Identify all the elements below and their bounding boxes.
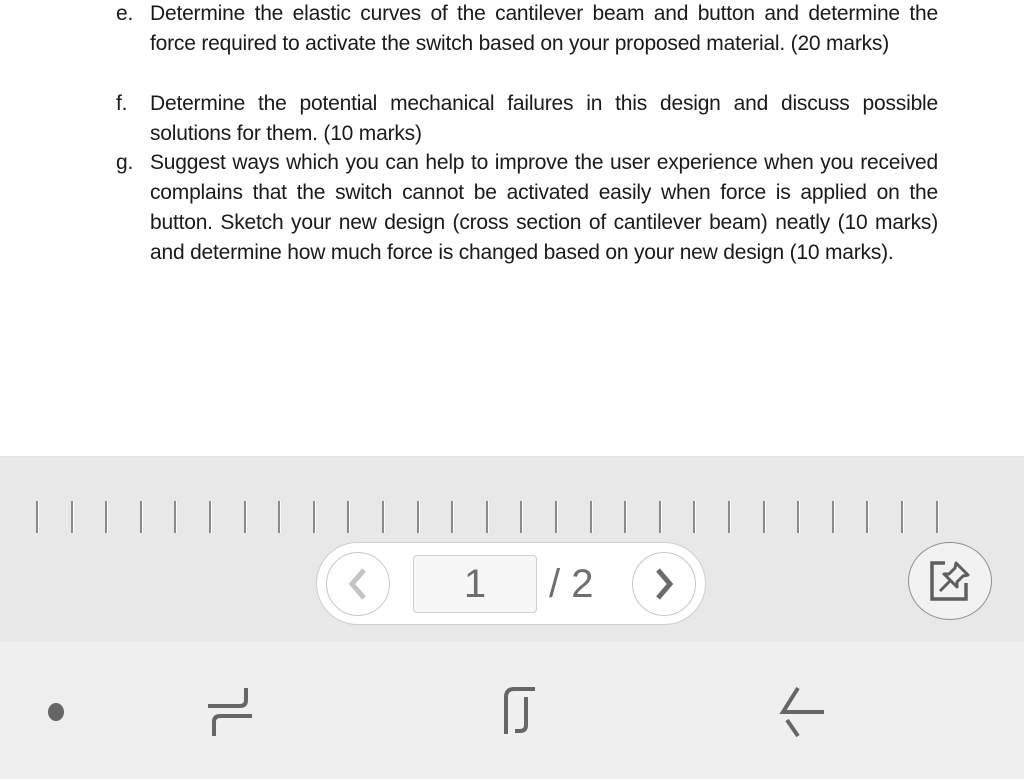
- scrubber-tick[interactable]: [105, 501, 107, 533]
- scrubber-tick[interactable]: [936, 501, 938, 533]
- scrubber-tick[interactable]: [728, 501, 730, 533]
- scrubber-tick[interactable]: [140, 501, 142, 533]
- question-letter: f.: [116, 92, 128, 115]
- page-scrubber[interactable]: [0, 501, 1024, 537]
- question-text: Determine the elastic curves of the cant…: [150, 2, 938, 55]
- scrubber-tick[interactable]: [174, 501, 176, 533]
- recents-button[interactable]: [190, 672, 270, 752]
- home-button[interactable]: [474, 672, 554, 752]
- scrubber-tick[interactable]: [797, 501, 799, 533]
- document-page: e. Determine the elastic curves of the c…: [0, 0, 1024, 456]
- home-icon: [504, 687, 535, 734]
- question-f: f. Determine the potential mechanical fa…: [116, 89, 938, 149]
- scrubber-tick[interactable]: [866, 501, 868, 533]
- scrubber-tick[interactable]: [244, 501, 246, 533]
- scrubber-tick[interactable]: [624, 501, 626, 533]
- total-pages-label: / 2: [549, 562, 594, 606]
- pin-to-screen-icon: [930, 561, 970, 601]
- scrubber-tick[interactable]: [313, 501, 315, 533]
- question-g: g. Suggest ways which you can help to im…: [116, 148, 938, 268]
- question-letter: e.: [116, 2, 134, 25]
- question-text: Suggest ways which you can help to impro…: [150, 151, 938, 264]
- question-letter: g.: [116, 151, 134, 174]
- scrubber-tick[interactable]: [486, 501, 488, 533]
- scrubber-tick[interactable]: [278, 501, 280, 533]
- back-button[interactable]: [762, 672, 842, 752]
- scrubber-tick[interactable]: [763, 501, 765, 533]
- scrubber-tick[interactable]: [347, 501, 349, 533]
- chevron-left-icon: [348, 568, 366, 600]
- scrubber-tick[interactable]: [36, 501, 38, 533]
- scrubber-tick[interactable]: [417, 501, 419, 533]
- scrubber-tick[interactable]: [832, 501, 834, 533]
- current-page-input[interactable]: [413, 555, 537, 613]
- scrubber-tick[interactable]: [901, 501, 903, 533]
- nav-dot-button[interactable]: [16, 672, 96, 752]
- back-arrow-icon: [779, 686, 824, 738]
- next-page-button[interactable]: [632, 552, 696, 616]
- page-navigator: / 2: [316, 542, 706, 625]
- system-navigation-bar: [0, 642, 1024, 779]
- scrubber-tick[interactable]: [382, 501, 384, 533]
- scrubber-tick[interactable]: [659, 501, 661, 533]
- dot-icon: [48, 703, 64, 721]
- scrubber-tick[interactable]: [693, 501, 695, 533]
- scrubber-tick[interactable]: [520, 501, 522, 533]
- question-text: Determine the potential mechanical failu…: [150, 92, 938, 145]
- scrubber-tick[interactable]: [71, 501, 73, 533]
- viewer-toolbar: / 2: [0, 456, 1024, 643]
- previous-page-button[interactable]: [326, 552, 390, 616]
- scrubber-tick[interactable]: [209, 501, 211, 533]
- recents-icon: [208, 688, 252, 736]
- scrubber-tick[interactable]: [590, 501, 592, 533]
- scrubber-tick[interactable]: [555, 501, 557, 533]
- chevron-right-icon: [656, 568, 674, 600]
- pin-to-screen-button[interactable]: [908, 542, 992, 620]
- question-e: e. Determine the elastic curves of the c…: [116, 0, 938, 59]
- scrubber-tick[interactable]: [451, 501, 453, 533]
